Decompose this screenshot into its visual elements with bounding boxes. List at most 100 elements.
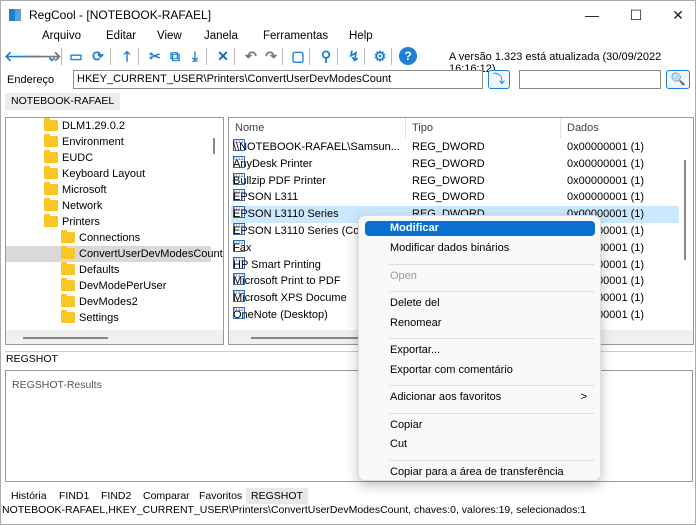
tree-item[interactable]: ConvertUserDevModesCount [6, 246, 223, 262]
search-input[interactable] [519, 70, 661, 89]
menu-separator [389, 412, 594, 414]
menu-item[interactable]: Renomear [365, 316, 595, 331]
address-input[interactable]: HKEY_CURRENT_USER\Printers\ConvertUserDe… [73, 70, 483, 89]
folder-icon [44, 150, 58, 163]
value-name: OneNote (Desktop) [233, 309, 328, 321]
menu-view[interactable]: View [157, 30, 182, 42]
table-row[interactable]: 011 110\\NOTEBOOK-RAFAEL\Samsun...REG_DW… [231, 139, 679, 156]
tree-vscrollbar[interactable] [213, 138, 215, 154]
chevron-right-icon: > [580, 391, 587, 403]
tree-item[interactable]: Printers [6, 214, 211, 230]
toolbar-separator [282, 48, 283, 65]
go-button[interactable]: ⤵ [488, 70, 510, 89]
arrow-up-icon[interactable]: 🡑 [118, 47, 136, 65]
redo-icon[interactable]: ↷ [262, 47, 280, 65]
menu-item[interactable]: Copiar para a área de transferência [365, 465, 595, 480]
cut-icon[interactable]: ✂ [146, 47, 164, 65]
help-icon[interactable]: ? [399, 47, 417, 65]
tab-find1[interactable]: FIND1 [54, 488, 94, 504]
jump-icon: ⤵ [492, 72, 505, 86]
menu-item[interactable]: Modificar [365, 221, 595, 236]
app-icon [9, 9, 21, 21]
cell-data: 0x00000001 (1) [567, 157, 645, 170]
copy-icon[interactable]: ⧉ [166, 47, 184, 65]
menu-item-label: Renomear [390, 316, 442, 329]
maximize-button[interactable]: ☐ [621, 5, 651, 25]
close-button[interactable]: ✕ [663, 5, 693, 25]
menu-ferramentas[interactable]: Ferramentas [263, 30, 328, 42]
menu-item[interactable]: Modificar dados binários [365, 241, 595, 256]
computer-icon[interactable]: ▭ [67, 47, 85, 65]
cell-type: REG_DWORD [412, 191, 485, 204]
menu-item[interactable]: Exportar com comentário [365, 363, 595, 378]
menu-editar[interactable]: Editar [106, 30, 136, 42]
tree-item[interactable]: Settings [6, 310, 211, 326]
delete-icon[interactable]: ✕ [214, 47, 232, 65]
column-header-data[interactable]: Dados [567, 122, 599, 134]
tab-find2[interactable]: FIND2 [96, 488, 136, 504]
toolbar-separator [138, 48, 139, 65]
tree-item[interactable]: DevModePerUser [6, 278, 211, 294]
column-header-type[interactable]: Tipo [412, 122, 433, 134]
folder-icon [61, 294, 75, 307]
value-name: Bullzip PDF Printer [233, 174, 326, 187]
tree-item[interactable]: EUDC [6, 150, 211, 166]
menu-item[interactable]: Delete del [365, 296, 595, 311]
tab-favoritos[interactable]: Favoritos [194, 488, 247, 504]
menu-item[interactable]: Adicionar aos favoritos > [365, 390, 595, 405]
undo-icon[interactable]: ↶ [242, 47, 260, 65]
search-icon[interactable]: ⚲ [317, 47, 335, 65]
tree-item[interactable]: Microsoft [6, 182, 211, 198]
menu-separator [389, 291, 594, 292]
tree-hscrollbar[interactable] [23, 337, 108, 339]
table-row[interactable]: 011 110AnyDesk PrinterREG_DWORD0x0000000… [231, 155, 679, 173]
jump-icon[interactable]: ↯ [345, 47, 363, 65]
arrow-left-icon[interactable]: 🡐 [4, 47, 42, 65]
minimize-button[interactable]: — [577, 5, 607, 25]
folder-icon [44, 118, 58, 131]
tab-regshot[interactable]: REGSHOT [246, 488, 308, 504]
tree-item[interactable]: Environment [6, 134, 211, 150]
folder-icon [44, 134, 58, 147]
new-folder-icon[interactable]: ▢ [289, 47, 307, 65]
search-button[interactable]: 🔍 [666, 70, 690, 89]
tree-item-label: Defaults [79, 264, 120, 276]
menu-item[interactable]: Copiar [365, 418, 595, 433]
tree-item[interactable]: Connections [6, 230, 211, 246]
toolbar-separator [309, 48, 310, 65]
cell-type: REG_DWORD [412, 174, 485, 187]
menu-item[interactable]: Cut [365, 437, 595, 452]
tree-item[interactable]: DevModes2 [6, 294, 211, 310]
tree-item[interactable]: Network [6, 198, 211, 214]
list-vscrollbar[interactable] [684, 160, 686, 260]
tree-item-label: ConvertUserDevModesCount [79, 248, 223, 260]
menu-item-label: Modificar [390, 222, 439, 234]
tab-história[interactable]: História [6, 488, 52, 504]
settings-icon[interactable]: ⚙ [371, 47, 389, 65]
menu-item-label: Copiar para a área de transferência [390, 465, 564, 478]
table-row[interactable]: 011 110Bullzip PDF PrinterREG_DWORD0x000… [231, 172, 679, 190]
arrow-right-icon[interactable]: 🡒 [24, 47, 62, 65]
column-header-name[interactable]: Nome [235, 122, 264, 134]
folder-icon [61, 246, 75, 259]
menu-janela[interactable]: Janela [204, 30, 238, 42]
cell-data: 0x00000001 (1) [567, 141, 645, 153]
menu-item[interactable]: Exportar... [365, 343, 595, 358]
table-row[interactable]: 011 110EPSON L311REG_DWORD0x00000001 (1) [231, 189, 679, 206]
tree-item-label: Network [62, 200, 103, 212]
tab-computer[interactable]: NOTEBOOK-RAFAEL [5, 93, 121, 110]
menu-item-label: Exportar... [390, 344, 441, 356]
import-icon[interactable]: ⤓ [186, 47, 204, 65]
value-name: EPSON L3110 Series (Co [233, 225, 360, 237]
menu-help[interactable]: Help [349, 30, 373, 42]
toolbar-separator [337, 48, 338, 65]
tree-item[interactable]: Defaults [6, 262, 211, 278]
menu-item: Open [365, 269, 595, 284]
tab-comparar[interactable]: Comparar [138, 488, 195, 504]
folder-icon [44, 166, 58, 179]
refresh-icon[interactable]: ⟳ [89, 47, 107, 65]
tree-item[interactable]: DLM1.29.0.2 [6, 118, 211, 134]
chevron-down-icon[interactable]: ⌄ [43, 47, 61, 65]
menu-arquivo[interactable]: Arquivo [42, 30, 81, 42]
tree-item[interactable]: Keyboard Layout [6, 166, 211, 182]
